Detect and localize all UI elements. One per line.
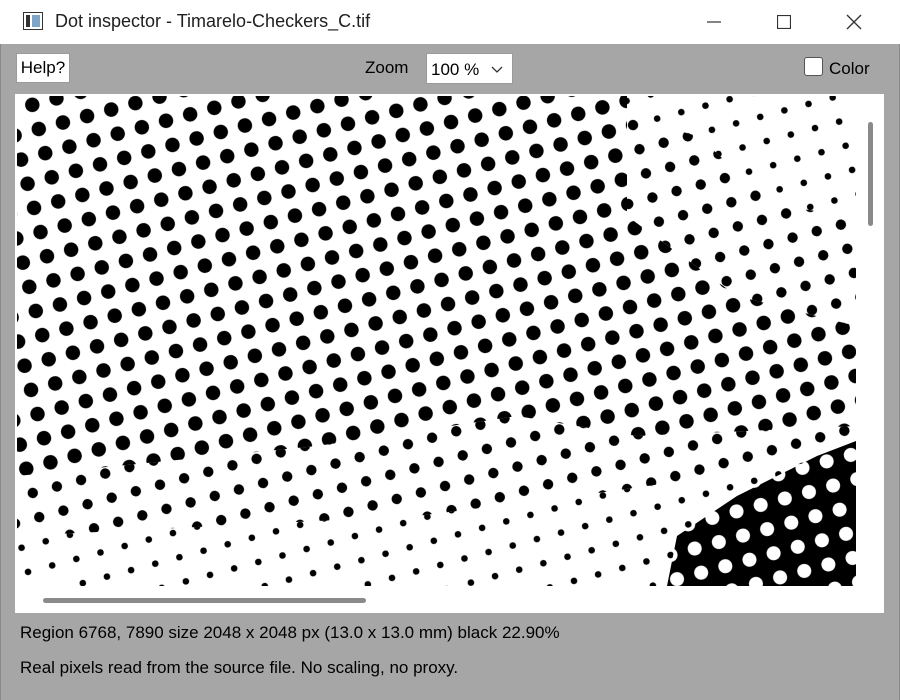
app-icon <box>23 12 43 30</box>
minimize-button[interactable] <box>684 0 744 44</box>
horizontal-scrollbar[interactable] <box>43 598 366 603</box>
window-title: Dot inspector - Timarelo-Checkers_C.tif <box>55 11 371 31</box>
halftone-image <box>17 96 856 586</box>
maximize-icon <box>777 15 791 29</box>
zoom-select[interactable]: 100 % <box>426 53 513 84</box>
close-icon <box>846 14 862 30</box>
chevron-down-icon <box>491 66 503 73</box>
maximize-button[interactable] <box>754 0 814 44</box>
close-button[interactable] <box>824 0 884 44</box>
help-button[interactable]: Help? <box>16 53 70 83</box>
color-label: Color <box>829 59 870 78</box>
minimize-icon <box>707 21 721 23</box>
vertical-scrollbar[interactable] <box>868 122 873 226</box>
status-note: Real pixels read from the source file. N… <box>20 658 459 677</box>
color-checkbox[interactable] <box>804 57 823 76</box>
title-bar: Dot inspector - Timarelo-Checkers_C.tif <box>0 0 900 44</box>
zoom-value: 100 % <box>431 60 480 79</box>
status-region-info: Region 6768, 7890 size 2048 x 2048 px (1… <box>20 623 560 642</box>
zoom-label: Zoom <box>365 58 409 77</box>
image-viewport[interactable] <box>15 94 884 613</box>
